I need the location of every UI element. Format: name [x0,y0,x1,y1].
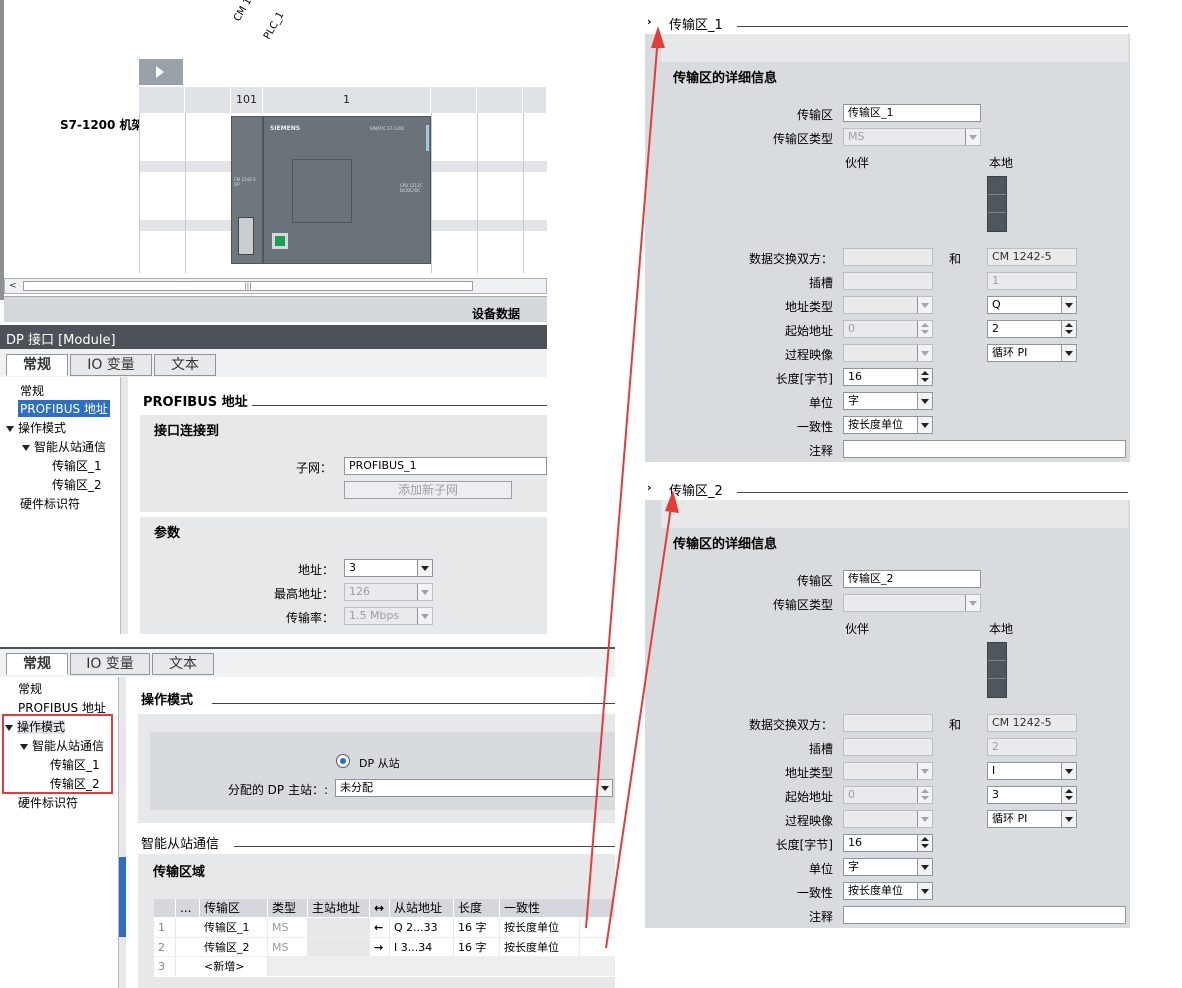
arrow-line-area-1 [585,35,659,929]
annotation-arrows [585,26,679,949]
arrow-head-area-2 [665,490,679,513]
arrow-head-area-1 [651,26,665,48]
